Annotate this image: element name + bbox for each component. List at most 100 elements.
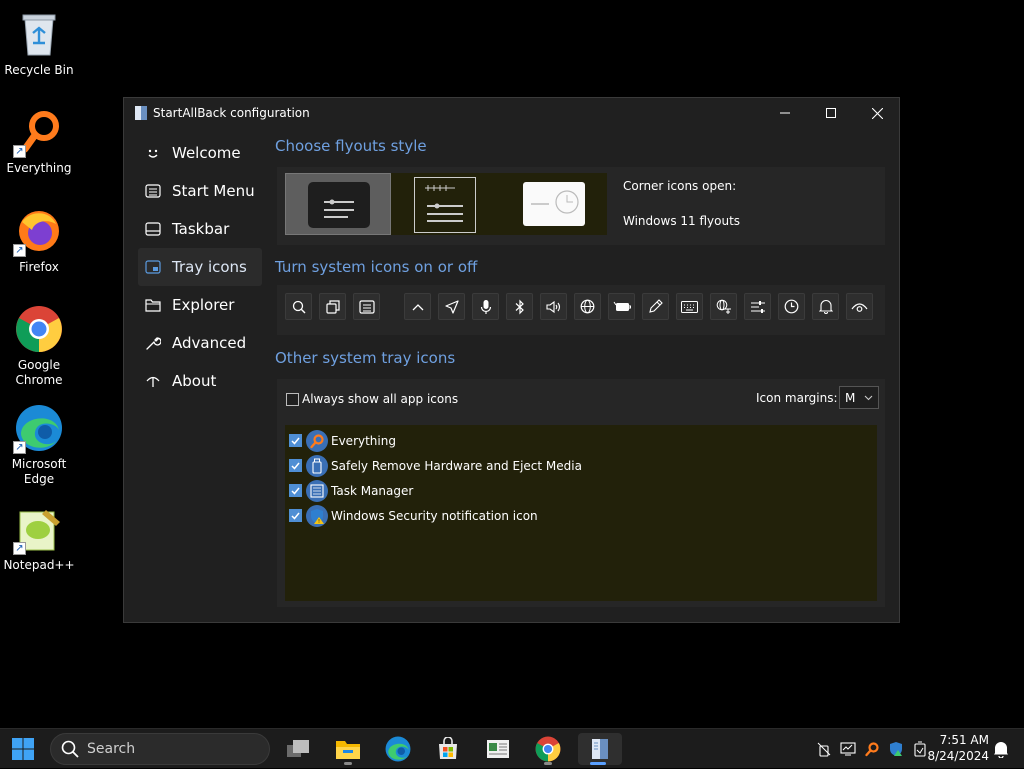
desktop-icon-everything[interactable]: ↗ Everything	[0, 106, 78, 176]
app-checkbox[interactable]	[289, 509, 302, 522]
sidebar-item-label: Start Menu	[172, 182, 255, 200]
shortcut-arrow-icon: ↗	[13, 244, 26, 257]
clock-date: 8/24/2024	[927, 749, 989, 763]
close-button[interactable]	[854, 98, 900, 128]
sidebar-item-tray-icons[interactable]: Tray icons	[138, 248, 262, 286]
chevron-up-icon	[412, 303, 423, 310]
toggle-volume[interactable]	[540, 293, 567, 320]
list-item[interactable]: Task Manager	[285, 478, 877, 503]
toggle-input-language[interactable]	[710, 293, 737, 320]
taskbar-clock[interactable]: 7:51 AM 8/24/2024	[927, 732, 989, 764]
file-explorer-icon	[336, 741, 360, 759]
system-tray	[815, 729, 929, 769]
toggle-notifications[interactable]	[812, 293, 839, 320]
desktop-icon-label: Google Chrome	[15, 358, 63, 387]
flyout-option-classic[interactable]	[285, 173, 391, 235]
bell-icon	[818, 300, 833, 314]
maximize-button[interactable]	[808, 98, 854, 128]
minimize-button[interactable]	[762, 98, 808, 128]
list-item[interactable]: Everything	[285, 428, 877, 453]
taskbar-search-box[interactable]: Search	[50, 733, 270, 765]
smiley-icon	[144, 144, 162, 162]
tray-everything-icon[interactable]	[863, 741, 881, 757]
sidebar-item-explorer[interactable]: Explorer	[138, 286, 262, 324]
taskbar-startallback[interactable]	[578, 733, 622, 765]
battery-icon	[613, 301, 631, 311]
usb-drive-icon	[306, 454, 328, 477]
taskbar-store[interactable]	[428, 733, 468, 765]
tray-windows-security-icon[interactable]	[887, 741, 905, 757]
toggle-touch-keyboard[interactable]	[676, 293, 703, 320]
sidebar-item-start-menu[interactable]: Start Menu	[138, 172, 262, 210]
icon-margins-value: M	[845, 390, 856, 405]
app-checkbox[interactable]	[289, 459, 302, 472]
taskbar-task-view[interactable]	[278, 733, 318, 765]
startallback-app-icon	[135, 106, 147, 120]
toggle-location[interactable]	[438, 293, 465, 320]
toggle-pen[interactable]	[642, 293, 669, 320]
notification-bell-button[interactable]	[993, 741, 1009, 762]
icon-margins-select[interactable]: M	[839, 386, 879, 409]
tray-task-manager-icon[interactable]	[839, 741, 857, 757]
globe-icon	[580, 299, 595, 314]
sidebar-item-advanced[interactable]: Advanced	[138, 324, 262, 362]
tray-icon	[144, 258, 162, 276]
taskbar-chrome[interactable]	[528, 733, 568, 765]
toggle-search[interactable]	[285, 293, 312, 320]
sidebar-item-taskbar[interactable]: Taskbar	[138, 210, 262, 248]
running-indicator	[544, 762, 552, 765]
desktop-icon-notepad-plus-plus[interactable]: ↗ Notepad++	[0, 503, 78, 573]
desktop-icon-microsoft-edge[interactable]: ↗ Microsoft Edge	[0, 402, 78, 487]
taskbar-notepad[interactable]	[478, 733, 518, 765]
tray-apps-list: Everything Safely Remove Hardware and Ej…	[285, 425, 877, 601]
task-view-icon	[287, 740, 309, 757]
running-indicator	[344, 762, 352, 765]
checkmark-icon	[291, 462, 300, 470]
tray-battery-icon[interactable]	[911, 741, 929, 757]
sidebar-item-welcome[interactable]: Welcome	[138, 134, 262, 172]
app-checkbox[interactable]	[289, 434, 302, 447]
edge-icon	[385, 736, 411, 762]
notepad-icon	[487, 740, 509, 758]
toggle-widgets[interactable]	[353, 293, 380, 320]
toggle-overflow-chevron[interactable]	[404, 293, 431, 320]
everything-icon: ↗	[13, 106, 65, 158]
flyout-option-windows10[interactable]	[391, 173, 499, 235]
close-icon	[871, 107, 883, 119]
desktop-icon-firefox[interactable]: ↗ Firefox	[0, 205, 78, 275]
always-show-option[interactable]: Always show all app icons	[286, 392, 458, 406]
desktop-icon-recycle-bin[interactable]: Recycle Bin	[0, 8, 78, 78]
toggle-bluetooth[interactable]	[506, 293, 533, 320]
system-icons-row	[285, 293, 880, 321]
about-icon	[144, 372, 162, 390]
everything-icon	[306, 429, 328, 452]
toggle-task-view[interactable]	[319, 293, 346, 320]
toggle-quick-settings[interactable]	[744, 293, 771, 320]
tray-eject-media-icon[interactable]	[815, 741, 833, 757]
toggle-microphone[interactable]	[472, 293, 499, 320]
clock-time: 7:51 AM	[939, 733, 989, 747]
app-label: Safely Remove Hardware and Eject Media	[331, 458, 582, 473]
list-item[interactable]: Safely Remove Hardware and Eject Media	[285, 453, 877, 478]
sidebar-item-about[interactable]: About	[138, 362, 262, 400]
desktop-icon-google-chrome[interactable]: Google Chrome	[0, 303, 78, 388]
toggle-network[interactable]	[574, 293, 601, 320]
taskbar-edge[interactable]	[378, 733, 418, 765]
windows-security-icon: !	[306, 504, 328, 527]
toggle-eye[interactable]	[846, 293, 873, 320]
always-show-checkbox[interactable]	[286, 392, 299, 406]
app-label: Everything	[331, 433, 396, 448]
start-button[interactable]	[3, 733, 43, 765]
system-icons-section-title: Turn system icons on or off	[275, 258, 478, 276]
app-checkbox[interactable]	[289, 484, 302, 497]
toggle-battery[interactable]	[608, 293, 635, 320]
startallback-app-icon	[592, 739, 608, 759]
sidebar-nav: Welcome Start Menu Taskbar Tray icons Ex…	[138, 134, 262, 400]
checkmark-icon	[291, 512, 300, 520]
window-title: StartAllBack configuration	[153, 106, 310, 120]
taskbar-file-explorer[interactable]	[328, 733, 368, 765]
toggle-clock[interactable]	[778, 293, 805, 320]
list-item[interactable]: ! Windows Security notification icon	[285, 503, 877, 528]
bell-icon	[994, 742, 1008, 759]
flyout-option-windows11[interactable]	[499, 173, 607, 235]
